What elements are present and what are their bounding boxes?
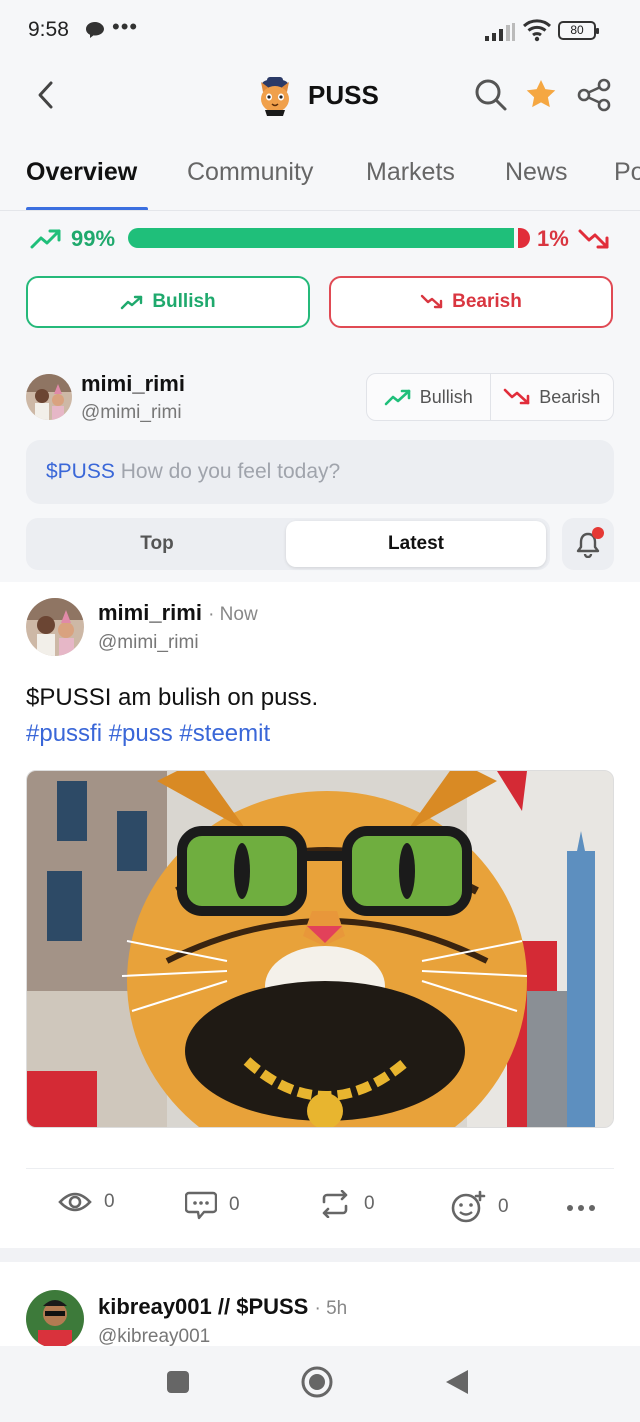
toggle-bearish-button[interactable]: Bearish <box>489 374 614 420</box>
bullish-percentage: 99% <box>71 226 116 251</box>
react-button[interactable]: 0 <box>450 1190 509 1224</box>
post-author-name-text: mimi_rimi <box>98 600 202 625</box>
trending-up-icon <box>121 295 143 310</box>
comments-value: 0 <box>229 1194 240 1215</box>
system-nav-bar <box>0 1346 640 1422</box>
tabs-divider <box>0 210 640 211</box>
trending-down-icon <box>578 228 610 250</box>
post-actions-divider <box>26 1168 614 1169</box>
back-button[interactable] <box>34 80 58 110</box>
eye-icon <box>58 1192 92 1212</box>
message-icon <box>84 20 106 40</box>
back-nav-button[interactable] <box>444 1368 470 1396</box>
toggle-bullish-label: Bullish <box>419 386 473 407</box>
bullish-vote-label: Bullish <box>152 291 216 312</box>
search-icon[interactable] <box>474 78 508 112</box>
post-body-text: $PUSSI am bulish on puss. <box>26 684 319 711</box>
bearish-vote-button[interactable]: Bearish <box>329 276 613 328</box>
feed-filter: Top Latest <box>26 518 550 570</box>
trending-up-icon <box>384 389 411 406</box>
trending-down-icon <box>420 294 443 309</box>
sentiment-bar <box>128 228 530 248</box>
sentiment-toggle: Bullish Bearish <box>366 373 614 421</box>
bullish-fill <box>128 228 514 248</box>
post-author-handle[interactable]: @mimi_rimi <box>98 632 199 654</box>
bullish-vote-button[interactable]: Bullish <box>26 276 310 328</box>
post-card: kibreay001 // $PUSS · 5h @kibreay001 <box>0 1262 640 1346</box>
tab-overview[interactable]: Overview <box>26 158 137 187</box>
avatar[interactable] <box>26 598 84 656</box>
composer-ticker: $PUSS <box>46 460 115 483</box>
filter-top-button[interactable]: Top <box>26 518 288 570</box>
repost-button[interactable]: 0 <box>318 1190 375 1218</box>
composer-placeholder: How do you feel today? <box>120 460 341 483</box>
toggle-bullish-button[interactable]: Bullish <box>367 374 490 420</box>
post-time: · 5h <box>314 1298 348 1319</box>
toggle-bearish-label: Bearish <box>539 386 601 407</box>
page-title: PUSS <box>308 80 379 110</box>
filter-latest-button[interactable]: Latest <box>286 521 546 567</box>
composer-user-handle: @mimi_rimi <box>81 402 182 423</box>
add-reaction-icon <box>451 1190 486 1223</box>
battery-indicator: 80 <box>558 21 599 40</box>
recents-button[interactable] <box>166 1370 190 1394</box>
more-options-icon[interactable] <box>566 1204 596 1212</box>
bearish-fill <box>518 228 530 248</box>
views-value: 0 <box>104 1191 115 1212</box>
post-author-name[interactable]: kibreay001 // $PUSS · 5h <box>98 1294 347 1320</box>
share-icon[interactable] <box>576 78 612 112</box>
tab-markets[interactable]: Markets <box>366 158 455 187</box>
notification-dot <box>592 527 604 539</box>
status-bar: 9:58 ••• 80 <box>0 0 640 60</box>
repost-icon <box>322 1190 348 1218</box>
tab-po[interactable]: Po <box>614 158 640 187</box>
status-more-indicator: ••• <box>112 14 139 39</box>
trending-down-icon <box>503 388 530 405</box>
puss-token-logo <box>255 74 295 116</box>
home-button[interactable] <box>300 1365 334 1399</box>
notification-bell-button[interactable] <box>562 518 614 570</box>
reposts-value: 0 <box>364 1193 375 1214</box>
reactions-value: 0 <box>498 1196 509 1217</box>
post-separator <box>0 1248 640 1262</box>
avatar[interactable] <box>26 1290 84 1346</box>
post-time: · Now <box>208 604 258 625</box>
star-favorite-icon[interactable] <box>523 77 559 113</box>
post-author-handle[interactable]: @kibreay001 <box>98 1326 210 1346</box>
comment-icon <box>185 1191 217 1220</box>
status-time: 9:58 <box>28 18 69 41</box>
post-image-cat-with-glasses[interactable] <box>26 770 614 1128</box>
views-count[interactable]: 0 <box>58 1190 115 1214</box>
comment-button[interactable]: 0 <box>185 1190 240 1220</box>
post-author-name-text: kibreay001 // $PUSS <box>98 1294 309 1319</box>
tab-community[interactable]: Community <box>187 158 313 187</box>
composer-user-name: mimi_rimi <box>81 371 185 396</box>
bearish-vote-label: Bearish <box>452 291 522 312</box>
trending-up-icon <box>30 228 62 250</box>
post-composer-input[interactable]: $PUSS How do you feel today? <box>26 440 614 504</box>
avatar <box>26 374 72 420</box>
post-author-name[interactable]: mimi_rimi · Now <box>98 600 258 626</box>
wifi-icon <box>522 18 552 42</box>
tab-news[interactable]: News <box>505 158 568 187</box>
signal-icon <box>484 22 516 42</box>
bearish-percentage: 1% <box>537 226 569 251</box>
post-hashtags[interactable]: #pussfi #puss #steemit <box>26 718 270 750</box>
